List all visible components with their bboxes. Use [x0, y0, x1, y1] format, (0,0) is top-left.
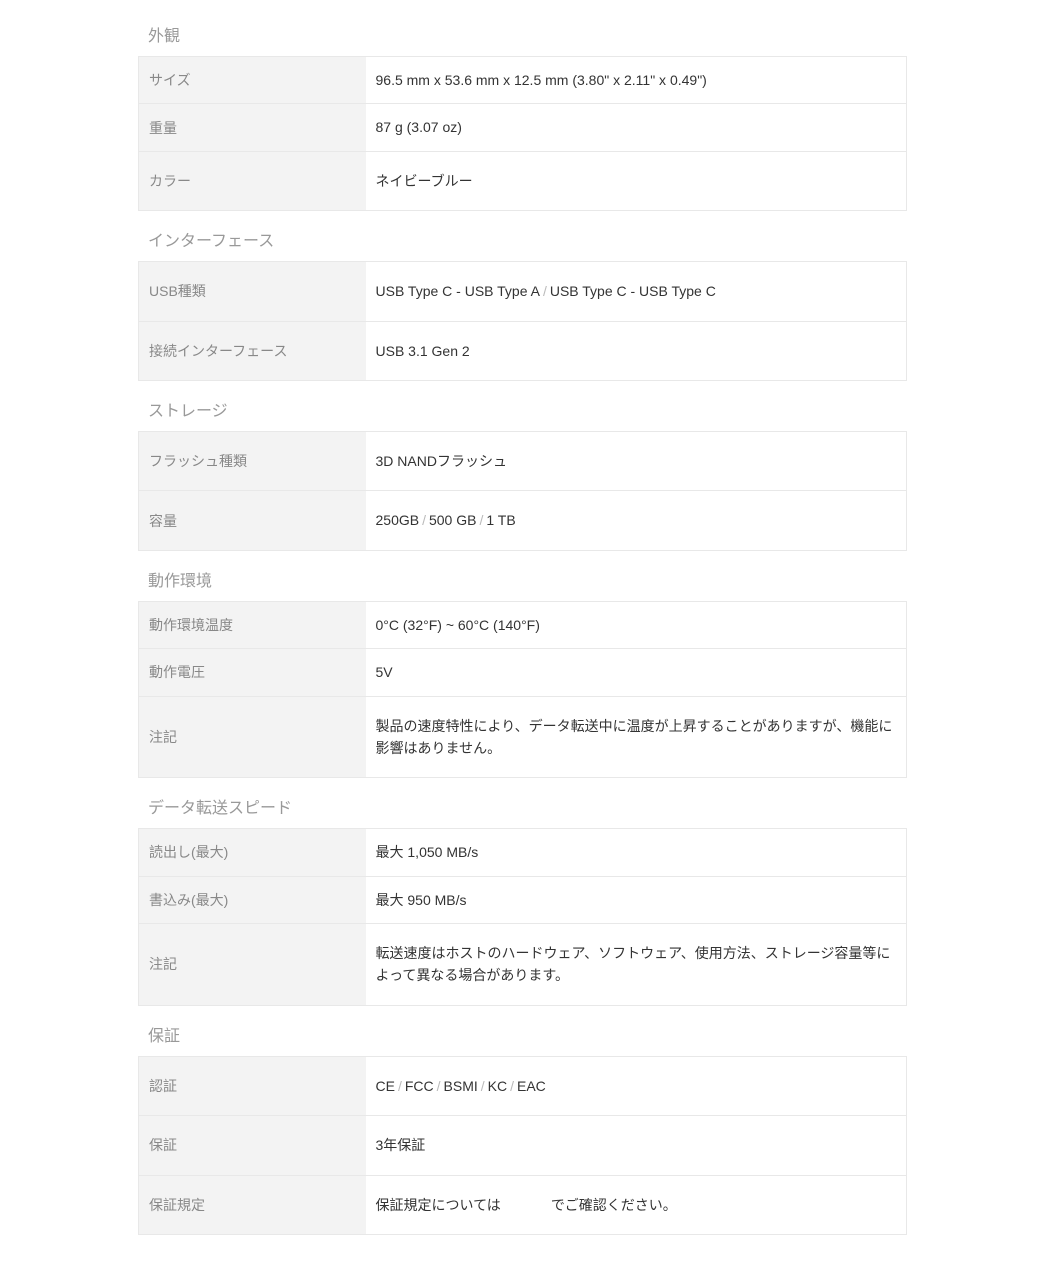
spec-label: サイズ	[139, 57, 366, 104]
spec-value: 最大 950 MB/s	[366, 876, 907, 923]
section-title: 保証	[138, 1010, 907, 1056]
table-row: 書込み(最大)最大 950 MB/s	[139, 876, 907, 923]
table-row: サイズ96.5 mm x 53.6 mm x 12.5 mm (3.80" x …	[139, 57, 907, 104]
spec-value: CE/FCC/BSMI/KC/EAC	[366, 1056, 907, 1115]
spec-section: 保証認証CE/FCC/BSMI/KC/EAC保証3年保証保証規定保証規定について…	[138, 1010, 907, 1235]
spec-value: 3D NANDフラッシュ	[366, 431, 907, 490]
section-title: 動作環境	[138, 555, 907, 601]
spec-value-item: 500 GB	[429, 512, 476, 528]
separator: /	[478, 1078, 488, 1094]
separator: /	[540, 283, 550, 299]
spec-label: 重量	[139, 104, 366, 151]
spec-value-item: USB Type C - USB Type A	[376, 283, 540, 299]
spec-label: 動作電圧	[139, 649, 366, 696]
spec-label: 保証規定	[139, 1175, 366, 1234]
spec-value-item: CE	[376, 1078, 395, 1094]
table-row: 注記製品の速度特性により、データ転送中に温度が上昇することがありますが、機能に影…	[139, 696, 907, 778]
spec-table: 動作環境温度0°C (32°F) ~ 60°C (140°F)動作電圧5V注記製…	[138, 601, 907, 779]
spec-value: 3年保証	[366, 1116, 907, 1175]
separator: /	[476, 512, 486, 528]
table-row: 認証CE/FCC/BSMI/KC/EAC	[139, 1056, 907, 1115]
spec-value-item: 1 TB	[486, 512, 515, 528]
spec-section: ストレージフラッシュ種類3D NANDフラッシュ容量250GB/500 GB/1…	[138, 385, 907, 551]
spec-value: 96.5 mm x 53.6 mm x 12.5 mm (3.80" x 2.1…	[366, 57, 907, 104]
spec-value-prefix: 保証規定については	[376, 1197, 501, 1213]
spec-value-item: USB Type C - USB Type C	[550, 283, 716, 299]
section-title: データ転送スピード	[138, 782, 907, 828]
spec-label: 書込み(最大)	[139, 876, 366, 923]
table-row: 接続インターフェースUSB 3.1 Gen 2	[139, 321, 907, 380]
spec-value: USB Type C - USB Type A/USB Type C - USB…	[366, 262, 907, 321]
spec-section: 動作環境動作環境温度0°C (32°F) ~ 60°C (140°F)動作電圧5…	[138, 555, 907, 779]
spec-section: 外観サイズ96.5 mm x 53.6 mm x 12.5 mm (3.80" …	[138, 10, 907, 211]
spec-value-suffix: でご確認ください。	[551, 1197, 677, 1213]
separator: /	[419, 512, 429, 528]
spec-value-item: 250GB	[376, 512, 420, 528]
spec-section: データ転送スピード読出し(最大)最大 1,050 MB/s書込み(最大)最大 9…	[138, 782, 907, 1006]
spec-value-item: FCC	[405, 1078, 434, 1094]
spec-label: 保証	[139, 1116, 366, 1175]
section-title: ストレージ	[138, 385, 907, 431]
separator: /	[507, 1078, 517, 1094]
section-title: インターフェース	[138, 215, 907, 261]
spec-value: 5V	[366, 649, 907, 696]
spec-value: ネイビーブルー	[366, 151, 907, 210]
spec-table: 読出し(最大)最大 1,050 MB/s書込み(最大)最大 950 MB/s注記…	[138, 828, 907, 1006]
spec-label: フラッシュ種類	[139, 431, 366, 490]
spec-label: 注記	[139, 696, 366, 778]
spec-value: 転送速度はホストのハードウェア、ソフトウェア、使用方法、ストレージ容量等によって…	[366, 924, 907, 1006]
table-row: 保証規定保証規定については でご確認ください。	[139, 1175, 907, 1234]
table-row: フラッシュ種類3D NANDフラッシュ	[139, 431, 907, 490]
table-row: USB種類USB Type C - USB Type A/USB Type C …	[139, 262, 907, 321]
spec-label: 動作環境温度	[139, 601, 366, 648]
spec-label: 読出し(最大)	[139, 829, 366, 876]
spec-table: サイズ96.5 mm x 53.6 mm x 12.5 mm (3.80" x …	[138, 56, 907, 211]
spec-value-item: KC	[488, 1078, 507, 1094]
spec-value: USB 3.1 Gen 2	[366, 321, 907, 380]
table-row: 読出し(最大)最大 1,050 MB/s	[139, 829, 907, 876]
spec-value-item: BSMI	[444, 1078, 478, 1094]
spec-sheet: 外観サイズ96.5 mm x 53.6 mm x 12.5 mm (3.80" …	[138, 10, 907, 1235]
table-row: 動作環境温度0°C (32°F) ~ 60°C (140°F)	[139, 601, 907, 648]
spec-label: 認証	[139, 1056, 366, 1115]
table-row: 保証3年保証	[139, 1116, 907, 1175]
table-row: カラーネイビーブルー	[139, 151, 907, 210]
spec-value: 製品の速度特性により、データ転送中に温度が上昇することがありますが、機能に影響は…	[366, 696, 907, 778]
table-row: 容量250GB/500 GB/1 TB	[139, 491, 907, 550]
table-row: 重量87 g (3.07 oz)	[139, 104, 907, 151]
spec-label: 接続インターフェース	[139, 321, 366, 380]
spec-label: カラー	[139, 151, 366, 210]
spec-section: インターフェースUSB種類USB Type C - USB Type A/USB…	[138, 215, 907, 381]
spec-table: 認証CE/FCC/BSMI/KC/EAC保証3年保証保証規定保証規定についてはで…	[138, 1056, 907, 1235]
spec-value: 87 g (3.07 oz)	[366, 104, 907, 151]
separator: /	[395, 1078, 405, 1094]
spec-table: フラッシュ種類3D NANDフラッシュ容量250GB/500 GB/1 TB	[138, 431, 907, 551]
spec-label: 注記	[139, 924, 366, 1006]
spec-value: 保証規定については でご確認ください。	[366, 1175, 907, 1234]
separator: /	[434, 1078, 444, 1094]
table-row: 動作電圧5V	[139, 649, 907, 696]
spec-value-item: EAC	[517, 1078, 546, 1094]
table-row: 注記転送速度はホストのハードウェア、ソフトウェア、使用方法、ストレージ容量等によ…	[139, 924, 907, 1006]
spec-label: USB種類	[139, 262, 366, 321]
spec-value: 250GB/500 GB/1 TB	[366, 491, 907, 550]
spec-label: 容量	[139, 491, 366, 550]
spec-value: 0°C (32°F) ~ 60°C (140°F)	[366, 601, 907, 648]
spec-value: 最大 1,050 MB/s	[366, 829, 907, 876]
spec-table: USB種類USB Type C - USB Type A/USB Type C …	[138, 261, 907, 381]
section-title: 外観	[138, 10, 907, 56]
